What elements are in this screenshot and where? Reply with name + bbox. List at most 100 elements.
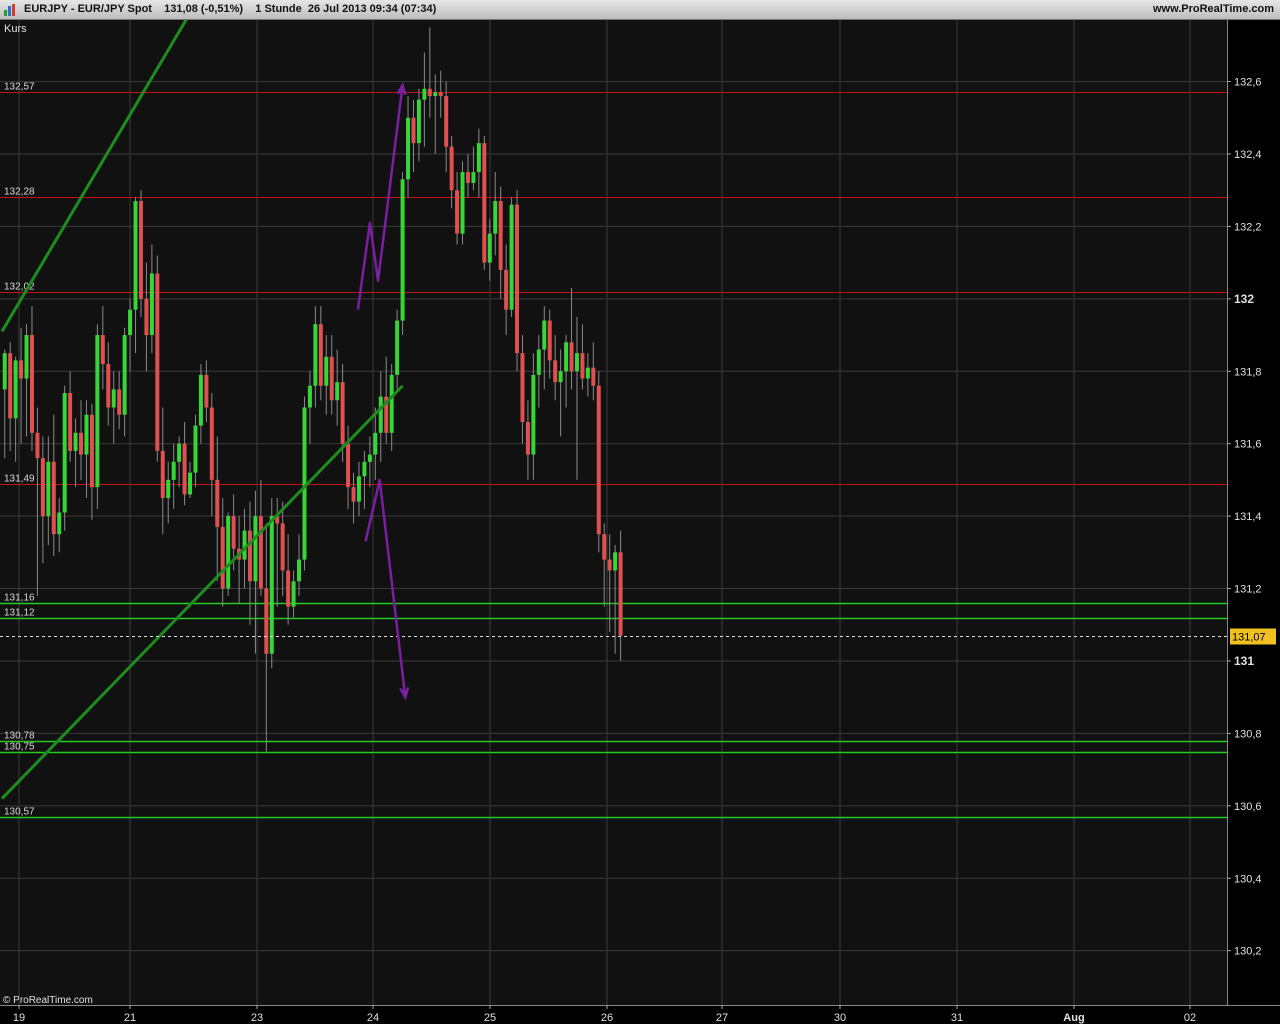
candle[interactable]: [133, 201, 138, 310]
candle[interactable]: [149, 273, 154, 336]
candle[interactable]: [536, 349, 541, 375]
candle[interactable]: [79, 432, 84, 455]
candle[interactable]: [346, 443, 351, 488]
candle[interactable]: [356, 476, 361, 502]
candle[interactable]: [400, 179, 405, 321]
candle[interactable]: [13, 360, 18, 419]
plot-area[interactable]: [0, 20, 1227, 1005]
candle[interactable]: [438, 92, 443, 97]
candle[interactable]: [465, 172, 470, 183]
candle[interactable]: [395, 320, 400, 375]
candle[interactable]: [177, 443, 182, 462]
candle[interactable]: [231, 516, 236, 549]
candle[interactable]: [89, 414, 94, 488]
candle[interactable]: [166, 479, 171, 499]
candle[interactable]: [215, 479, 220, 527]
candle[interactable]: [111, 389, 116, 408]
candle[interactable]: [416, 99, 421, 144]
candle[interactable]: [509, 204, 514, 310]
candle[interactable]: [247, 530, 252, 582]
candle[interactable]: [525, 421, 530, 455]
candle[interactable]: [253, 516, 258, 582]
candle[interactable]: [542, 320, 547, 350]
candle[interactable]: [340, 382, 345, 444]
candle[interactable]: [487, 233, 492, 263]
candle[interactable]: [613, 552, 618, 571]
candle[interactable]: [564, 342, 569, 372]
candle[interactable]: [68, 392, 73, 451]
candle[interactable]: [362, 461, 367, 477]
candle[interactable]: [482, 143, 487, 263]
candle[interactable]: [389, 374, 394, 433]
candle[interactable]: [602, 534, 607, 560]
candle[interactable]: [62, 392, 67, 513]
candle[interactable]: [406, 117, 411, 180]
candle[interactable]: [455, 190, 460, 234]
candle[interactable]: [367, 454, 372, 462]
candle[interactable]: [498, 201, 503, 270]
candle[interactable]: [574, 353, 579, 372]
candle[interactable]: [106, 364, 111, 408]
candle[interactable]: [84, 414, 89, 455]
candle[interactable]: [8, 353, 13, 419]
website-link[interactable]: www.ProRealTime.com: [1153, 3, 1274, 15]
candle[interactable]: [580, 353, 585, 379]
candle[interactable]: [427, 88, 432, 97]
price-chart[interactable]: 130,2 130,4 130,6 130,8 131 131,2 131,4 131,6 13…: [0, 20, 1280, 1024]
candle[interactable]: [286, 570, 291, 607]
candle[interactable]: [335, 382, 340, 401]
candle[interactable]: [520, 353, 525, 422]
candle[interactable]: [504, 269, 509, 310]
candle[interactable]: [460, 172, 465, 234]
candle[interactable]: [329, 356, 334, 401]
candle[interactable]: [171, 461, 176, 480]
candle[interactable]: [19, 360, 24, 379]
candle[interactable]: [122, 335, 127, 415]
candle[interactable]: [476, 143, 481, 173]
candle[interactable]: [264, 588, 269, 654]
candle[interactable]: [155, 273, 160, 451]
candle[interactable]: [95, 335, 100, 488]
candle[interactable]: [182, 443, 187, 495]
candle[interactable]: [558, 371, 563, 383]
candle[interactable]: [138, 201, 143, 299]
candle[interactable]: [596, 385, 601, 535]
candle[interactable]: [547, 320, 552, 361]
candle[interactable]: [291, 581, 296, 607]
candle[interactable]: [117, 389, 122, 415]
candle[interactable]: [40, 458, 45, 517]
candle[interactable]: [220, 526, 225, 589]
candle[interactable]: [46, 461, 51, 517]
candle[interactable]: [144, 298, 149, 336]
candle[interactable]: [313, 324, 318, 386]
candle[interactable]: [493, 201, 498, 234]
candle[interactable]: [351, 487, 356, 502]
candle[interactable]: [553, 360, 558, 383]
candle[interactable]: [411, 117, 416, 144]
candle[interactable]: [2, 353, 7, 390]
candle[interactable]: [618, 552, 623, 636]
candle[interactable]: [73, 432, 78, 451]
candle[interactable]: [449, 146, 454, 191]
candle[interactable]: [160, 450, 165, 499]
candle[interactable]: [378, 396, 383, 433]
candle[interactable]: [209, 407, 214, 480]
candle[interactable]: [324, 356, 329, 386]
candle[interactable]: [422, 88, 427, 100]
candle[interactable]: [307, 385, 312, 408]
candle[interactable]: [193, 425, 198, 473]
candle[interactable]: [24, 335, 29, 379]
candle[interactable]: [57, 512, 62, 535]
candle[interactable]: [198, 374, 203, 426]
candle[interactable]: [226, 516, 231, 589]
candle[interactable]: [204, 374, 209, 408]
candle[interactable]: [280, 523, 285, 571]
candle[interactable]: [258, 516, 263, 589]
candle[interactable]: [373, 432, 378, 455]
candle[interactable]: [531, 374, 536, 455]
candle[interactable]: [569, 342, 574, 372]
candle[interactable]: [188, 472, 193, 495]
candle[interactable]: [100, 335, 105, 365]
candle[interactable]: [269, 516, 274, 654]
candle[interactable]: [585, 367, 590, 379]
